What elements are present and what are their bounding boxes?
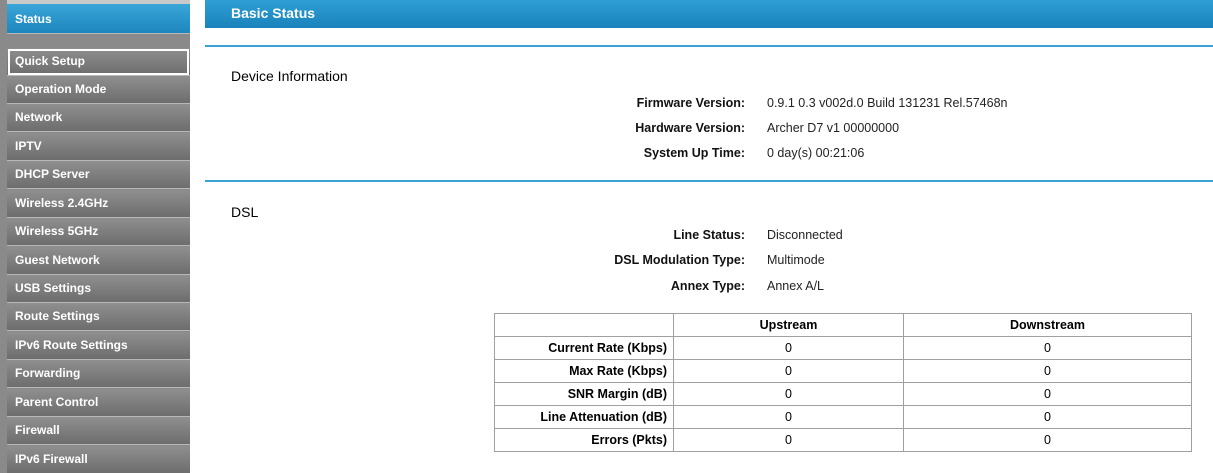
system-uptime-label: System Up Time:: [643, 146, 745, 160]
table-row: Line Attenuation (dB) 0 0: [494, 405, 1192, 429]
sidebar-item-network[interactable]: Network: [7, 104, 190, 132]
snr-margin-upstream: 0: [673, 382, 904, 406]
sidebar-item-usb-settings[interactable]: USB Settings: [7, 275, 190, 303]
sidebar-item-dhcp-server[interactable]: DHCP Server: [7, 161, 190, 189]
row-label-line-attenuation: Line Attenuation (dB): [494, 405, 674, 429]
sidebar-item-quick-setup[interactable]: Quick Setup: [7, 48, 190, 76]
errors-downstream: 0: [903, 428, 1192, 452]
sidebar-item-ipv6-firewall[interactable]: IPv6 Firewall: [7, 446, 190, 473]
sidebar-item-forwarding[interactable]: Forwarding: [7, 360, 190, 388]
sidebar-menu: Status Quick Setup Operation Mode Networ…: [0, 0, 190, 473]
row-label-current-rate: Current Rate (Kbps): [494, 336, 674, 360]
sidebar-item-parent-control[interactable]: Parent Control: [7, 389, 190, 417]
annex-type-value: Annex A/L: [767, 279, 824, 293]
firmware-version-label: Firmware Version:: [636, 96, 745, 110]
sidebar-item-ipv6-route-settings[interactable]: IPv6 Route Settings: [7, 332, 190, 360]
table-header-row: Upstream Downstream: [494, 313, 1192, 337]
sidebar-item-wireless-5ghz[interactable]: Wireless 5GHz: [7, 218, 190, 246]
router-status-page: Status Quick Setup Operation Mode Networ…: [0, 0, 1213, 473]
table-row: Errors (Pkts) 0 0: [494, 428, 1192, 452]
current-rate-upstream: 0: [673, 336, 904, 360]
sidebar-item-iptv[interactable]: IPTV: [7, 133, 190, 161]
line-status-value: Disconnected: [767, 228, 843, 242]
table-header-downstream: Downstream: [903, 313, 1192, 337]
section-divider-dsl: [205, 180, 1213, 182]
table-row: Max Rate (Kbps) 0 0: [494, 359, 1192, 383]
hardware-version-label: Hardware Version:: [635, 121, 745, 135]
sidebar-item-guest-network[interactable]: Guest Network: [7, 247, 190, 275]
errors-upstream: 0: [673, 428, 904, 452]
max-rate-downstream: 0: [903, 359, 1192, 383]
sidebar-item-firewall[interactable]: Firewall: [7, 417, 190, 445]
sidebar-item-wireless-24ghz[interactable]: Wireless 2.4GHz: [7, 190, 190, 218]
device-info-heading: Device Information: [231, 68, 348, 84]
page-title: Basic Status: [205, 0, 1213, 28]
line-attenuation-downstream: 0: [903, 405, 1192, 429]
main-content: Basic Status Device Information Firmware…: [205, 0, 1213, 473]
sidebar-item-route-settings[interactable]: Route Settings: [7, 303, 190, 331]
system-uptime-value: 0 day(s) 00:21:06: [767, 146, 865, 160]
table-header-empty: [494, 313, 674, 337]
annex-type-label: Annex Type:: [670, 279, 745, 293]
dsl-modulation-value: Multimode: [767, 253, 825, 267]
hardware-version-value: Archer D7 v1 00000000: [767, 121, 900, 135]
table-row: SNR Margin (dB) 0 0: [494, 382, 1192, 406]
max-rate-upstream: 0: [673, 359, 904, 383]
sidebar-item-operation-mode[interactable]: Operation Mode: [7, 76, 190, 104]
current-rate-downstream: 0: [903, 336, 1192, 360]
firmware-version-value: 0.9.1 0.3 v002d.0 Build 131231 Rel.57468…: [767, 96, 1008, 110]
dsl-heading: DSL: [231, 204, 259, 220]
dsl-modulation-label: DSL Modulation Type:: [614, 253, 745, 267]
line-status-label: Line Status:: [673, 228, 745, 242]
sidebar-item-status[interactable]: Status: [7, 4, 190, 34]
section-divider-top: [205, 45, 1213, 47]
row-label-snr-margin: SNR Margin (dB): [494, 382, 674, 406]
line-attenuation-upstream: 0: [673, 405, 904, 429]
table-row: Current Rate (Kbps) 0 0: [494, 336, 1192, 360]
row-label-errors: Errors (Pkts): [494, 428, 674, 452]
dsl-stats-table: Upstream Downstream Current Rate (Kbps) …: [494, 313, 1192, 452]
row-label-max-rate: Max Rate (Kbps): [494, 359, 674, 383]
table-header-upstream: Upstream: [673, 313, 904, 337]
snr-margin-downstream: 0: [903, 382, 1192, 406]
